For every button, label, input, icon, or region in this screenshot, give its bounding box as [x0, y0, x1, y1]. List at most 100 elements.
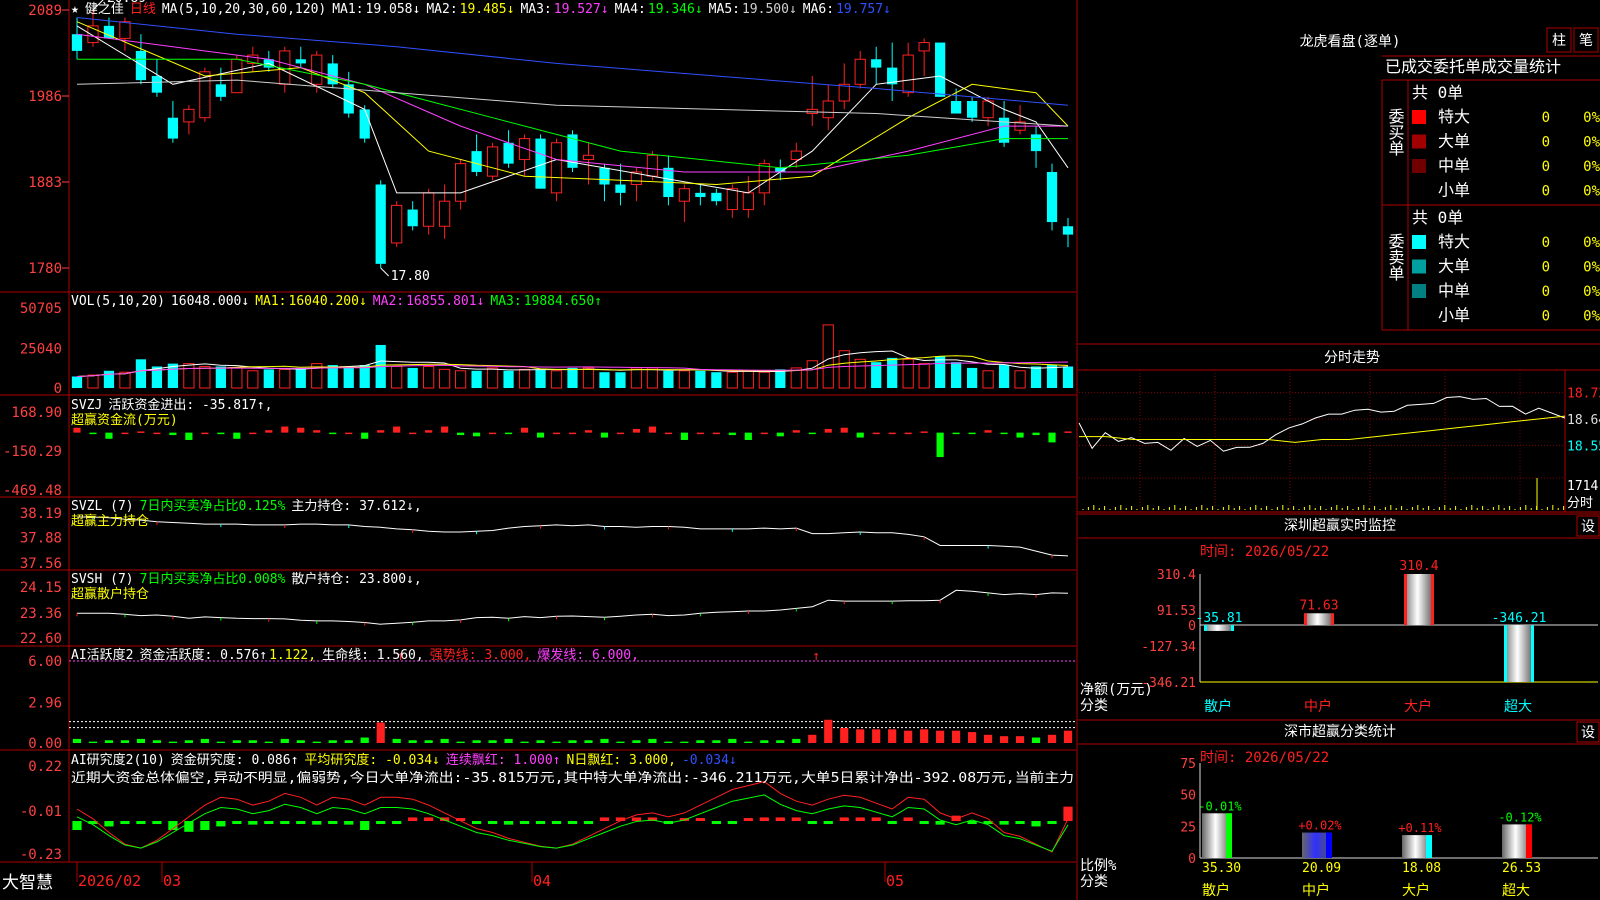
volume-bar-up: [87, 374, 99, 389]
candle-up: [183, 108, 195, 123]
low-price-label: 17.80: [391, 269, 430, 284]
period-label: 日线: [130, 2, 156, 17]
research-bar: [519, 821, 530, 825]
classify-y-tick: 0: [1188, 852, 1196, 867]
flow-bar-out: [936, 432, 944, 458]
candle-up: [518, 138, 531, 160]
research-bar: [967, 821, 977, 825]
research-bar: [711, 821, 721, 825]
classify-time: 时间: 2026/05/22: [1200, 750, 1329, 766]
classify-bar-edge: [1426, 835, 1432, 858]
buy-swatch: [1412, 159, 1426, 173]
svsh-y-tick: 23.36: [20, 606, 62, 622]
volume-bar-up: [742, 370, 754, 389]
research-bar: [631, 817, 642, 822]
volume-bar-down: [535, 369, 546, 388]
ma-value: 19.058↓: [366, 2, 421, 17]
svsh-title: SVSH (7): [71, 572, 134, 587]
research-bar: [408, 817, 418, 822]
monitor-settings-label[interactable]: 设: [1581, 519, 1595, 535]
research-bar: [855, 817, 865, 822]
monitor-bar-edge: [1331, 613, 1334, 626]
flow-bar-out: [536, 432, 545, 438]
monitor-bar-edge: [1504, 625, 1507, 682]
flow-bar-in: [712, 432, 720, 435]
trading-chart: 208919861883178020.8917.80★健之佳日线MA(5,10,…: [0, 0, 1600, 900]
flow-bar-out: [1016, 432, 1024, 438]
research-bar: [296, 821, 306, 825]
volume-bar-down: [887, 357, 898, 388]
active-bar: [776, 740, 785, 743]
res-y-tick: 0.22: [28, 759, 62, 775]
classify-settings-label[interactable]: 设: [1581, 725, 1595, 741]
volume-bar-up: [902, 358, 914, 389]
volume-bar-down: [775, 369, 786, 388]
sell-row-label: 中单: [1438, 281, 1470, 300]
classify-y-tick: 50: [1180, 789, 1196, 804]
x-axis-label: 05: [886, 872, 904, 890]
dt-subtitle: 已成交委托单成交量统计: [1385, 57, 1561, 76]
active-bar: [872, 729, 881, 743]
vol-y-tick: 25040: [20, 341, 62, 357]
svzj-y-tick: -469.48: [3, 483, 62, 499]
x-axis-label: 04: [533, 872, 551, 890]
research-bar: [120, 821, 130, 825]
candle-down: [471, 151, 482, 172]
flow-bar-out: [600, 432, 609, 438]
ma-value: 19.485↓: [460, 2, 515, 17]
x-axis-label: 2026/02: [78, 872, 141, 890]
active-bar: [952, 730, 961, 743]
research-bar: [232, 821, 242, 825]
buy-row-pct: 0%: [1583, 135, 1600, 151]
flow-bar-out: [744, 432, 752, 440]
svzl-y-tick: 37.88: [20, 531, 62, 547]
monitor-bar: [1404, 574, 1434, 626]
main-y-tick: 1883: [28, 175, 62, 191]
svsh-ratio: 7日内买卖净占比0.008%: [140, 571, 286, 587]
sell-swatch: [1412, 259, 1426, 274]
volume-bar-up: [518, 368, 531, 389]
research-bar: [200, 821, 210, 831]
research-bar: [264, 821, 274, 825]
main-y-tick: 1780: [28, 261, 62, 277]
active-bar: [1063, 730, 1073, 743]
classify-y-tick: 75: [1180, 757, 1196, 772]
research-bar: [551, 821, 562, 825]
volume-bar-up: [439, 368, 451, 389]
research-bar: [599, 817, 610, 822]
volume-bar-down: [503, 370, 514, 388]
active-bar: [856, 729, 865, 743]
volume-bar-up: [391, 365, 403, 389]
research-bar: [727, 821, 737, 825]
active-bar: [264, 741, 273, 743]
flow-bar-in: [393, 426, 401, 433]
research-bar: [919, 821, 929, 825]
volume-bar-up: [918, 363, 930, 389]
candle-up: [646, 154, 659, 177]
active-bar: [712, 740, 721, 743]
candle-down: [167, 117, 179, 139]
volume-bar-down: [615, 372, 626, 388]
buy-row-label: 特大: [1438, 107, 1470, 126]
act-d: 强势线: 3.000,: [430, 647, 532, 663]
res-y-tick: -0.01: [20, 804, 62, 820]
act-b: 1.122,: [269, 648, 316, 663]
flow-bar-in: [441, 426, 449, 433]
classify-delta: -0.12%: [1498, 810, 1542, 824]
main-y-tick: 2089: [28, 3, 62, 19]
volume-bar-down: [998, 365, 1010, 388]
monitor-bar-label: 71.63: [1299, 598, 1338, 613]
flow-bar-in: [888, 432, 896, 435]
research-bar: [376, 821, 386, 825]
active-bar: [600, 738, 609, 743]
volume-bar-down: [71, 376, 83, 388]
flow-bar-out: [169, 432, 177, 436]
volume-bar-up: [454, 370, 467, 389]
volume-bar-down: [1030, 366, 1042, 388]
res-title: AI研究度2(10): [71, 752, 165, 768]
research-bar: [152, 821, 162, 825]
buy-row-count: 0: [1542, 159, 1550, 175]
active-bar: [456, 741, 465, 743]
sell-swatch: [1412, 284, 1426, 298]
volume-bar-down: [966, 367, 978, 388]
